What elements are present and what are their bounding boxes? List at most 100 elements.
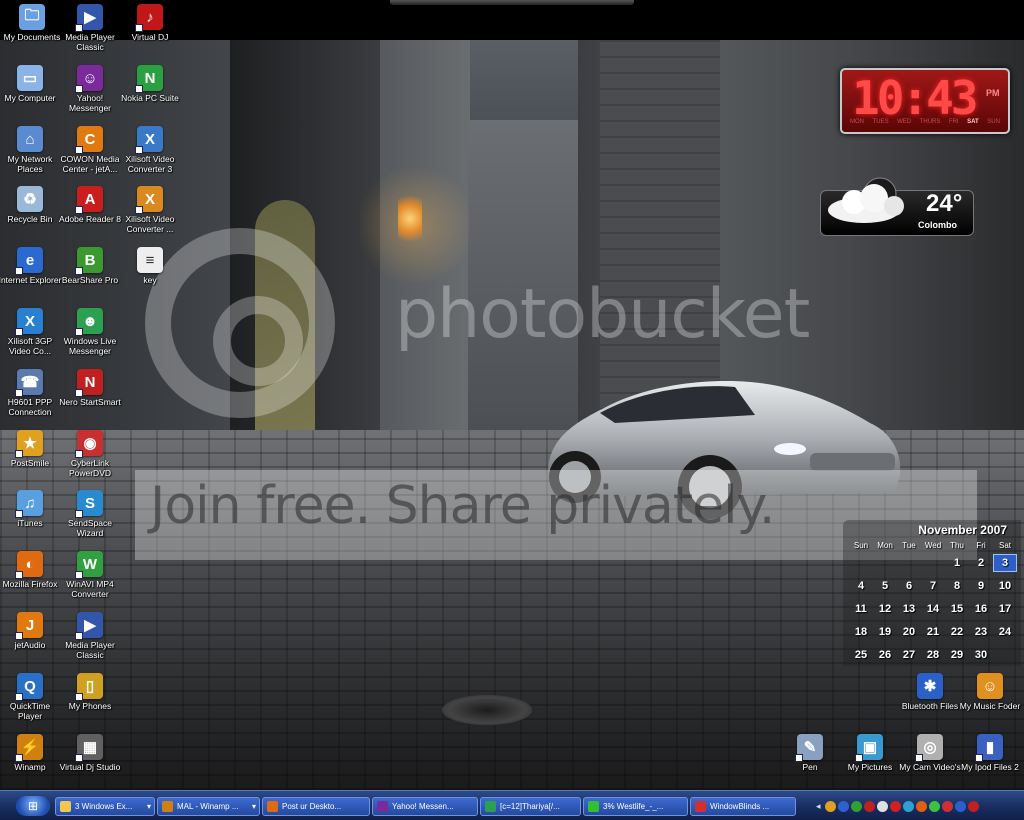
desktop-icon-itunes[interactable]: ♫ iTunes [0,488,62,528]
desktop-icon-my-network-places[interactable]: ⌂ My Network Places [0,124,62,174]
desktop-icon-xilisoft-video-converter[interactable]: X Xilisoft Video Converter ... [118,184,182,234]
calendar-day[interactable]: 8 [945,580,969,592]
desktop-icon-internet-explorer[interactable]: e Internet Explorer [0,245,62,285]
calendar-day[interactable]: 7 [921,580,945,592]
desktop-icon-nero-startsmart[interactable]: N Nero StartSmart [58,367,122,407]
desktop-icon-bluetooth-files[interactable]: ✱ Bluetooth Files [898,671,962,711]
taskbar-button[interactable]: WindowBlinds ... [690,797,796,816]
tray-app-icon[interactable] [928,800,940,812]
desktop-icon-cowon-media-center[interactable]: C COWON Media Center - jetA... [58,124,122,174]
tray-app-icon[interactable] [941,800,953,812]
calendar-day[interactable]: 16 [969,603,993,615]
calendar-day[interactable]: 22 [945,626,969,638]
calendar-day[interactable]: 27 [897,649,921,661]
desktop-icon-pen[interactable]: ✎ Pen [778,732,842,772]
desktop-icon-windows-live-messenger[interactable]: ☻ Windows Live Messenger [58,306,122,356]
desktop-icon-nokia-pc-suite[interactable]: N Nokia PC Suite [118,63,182,103]
calendar-day[interactable]: 30 [969,649,993,661]
desktop-icon-my-music-foder[interactable]: ☺ My Music Foder [958,671,1022,711]
taskbar-button[interactable]: MAL - Winamp ... ▾ [157,797,260,816]
desktop-icon-my-cam-videos[interactable]: ◎ My Cam Video's [898,732,962,772]
calendar-day[interactable]: 24 [993,626,1017,638]
desktop-icon-postsmile[interactable]: ★ PostSmile [0,428,62,468]
desktop-icon-virtual-dj-studio[interactable]: ▦ Virtual Dj Studio [58,732,122,772]
taskbar-button[interactable]: Yahoo! Messen... [372,797,478,816]
desktop-icon-label: jetAudio [14,640,46,650]
tray-app-icon[interactable] [902,800,914,812]
top-toolbar-handle[interactable] [390,0,634,5]
calendar-day[interactable]: 2 [969,557,993,569]
tray-app-icon[interactable] [967,800,979,812]
calendar-day[interactable]: 15 [945,603,969,615]
tray-app-icon[interactable] [824,800,836,812]
desktop-icon-xilisoft-video-converter-3[interactable]: X Xilisoft Video Converter 3 [118,124,182,174]
tray-app-icon[interactable] [850,800,862,812]
desktop-icon-yahoo-messenger[interactable]: ☺ Yahoo! Messenger [58,63,122,113]
taskbar-button[interactable]: 3% Westlife_-_... [583,797,688,816]
calendar-day[interactable]: 14 [921,603,945,615]
watermark-tagline: Join free. Share privately. [150,476,775,536]
desktop-icon-h9601-ppp[interactable]: ☎ H9601 PPP Connection [0,367,62,417]
chevron-left-icon[interactable]: ◂ [816,801,821,812]
calendar-day[interactable]: 13 [897,603,921,615]
calendar-day[interactable]: 26 [873,649,897,661]
tray-app-icon[interactable] [889,800,901,812]
desktop-icon-media-player-classic[interactable]: ▶ Media Player Classic [58,2,122,52]
calendar-day[interactable]: 21 [921,626,945,638]
calendar-day[interactable]: 19 [873,626,897,638]
calendar-day[interactable]: 17 [993,603,1017,615]
calendar-day[interactable]: 6 [897,580,921,592]
desktop-icon-my-pictures[interactable]: ▣ My Pictures [838,732,902,772]
tray-app-icon[interactable] [954,800,966,812]
desktop-icon-xilisoft-3gp[interactable]: X Xilisoft 3GP Video Co... [0,306,62,356]
calendar-day[interactable]: 1 [945,557,969,569]
taskbar-button[interactable]: Post ur Deskto... [262,797,370,816]
tray-app-icon[interactable] [876,800,888,812]
desktop-icon-virtual-dj[interactable]: ♪ Virtual DJ [118,2,182,42]
tray-app-icon[interactable] [863,800,875,812]
calendar-day[interactable]: 29 [945,649,969,661]
clock-widget[interactable]: 10:43 PM MON TUES WED THURS FRI SAT SUN [840,68,1010,134]
desktop-icon-my-ipod-files-2[interactable]: ▮ My Ipod Files 2 [958,732,1022,772]
calendar-day[interactable]: 12 [873,603,897,615]
calendar-day[interactable]: 25 [849,649,873,661]
calendar-day[interactable]: 11 [849,603,873,615]
calendar-day[interactable]: 23 [969,626,993,638]
calendar-day[interactable]: 28 [921,649,945,661]
desktop-icon-cyberlink-powerdvd[interactable]: ◉ CyberLink PowerDVD [58,428,122,478]
calendar-day[interactable]: 10 [993,580,1017,592]
desktop-icon-my-computer[interactable]: ▭ My Computer [0,63,62,103]
calendar-day-today[interactable]: 3 [993,553,1017,572]
desktop-icon-media-player-classic-2[interactable]: ▶ Media Player Classic [58,610,122,660]
desktop-icon-key[interactable]: ≡ key [118,245,182,285]
desktop-icon-my-phones[interactable]: ▯ My Phones [58,671,122,711]
desktop-icon-my-documents[interactable]: 🗀 My Documents [0,2,64,42]
calendar-day[interactable]: 18 [849,626,873,638]
tray-app-icon[interactable] [837,800,849,812]
desktop-icon-label: My Pictures [847,762,893,772]
desktop-icon-winamp[interactable]: ⚡ Winamp [0,732,62,772]
taskbar-button[interactable]: [c=12]Thariya[/... [480,797,581,816]
calendar-day[interactable]: 4 [849,580,873,592]
calendar-widget[interactable]: November 2007 Sun Mon Tue Wed Thu Fri Sat 1 2 3 4 5… [843,520,1021,666]
calendar-day[interactable]: 20 [897,626,921,638]
text-file-icon: ≡ [137,247,163,273]
phone-icon: ▯ [75,673,103,701]
desktop-icon-quicktime-player[interactable]: Q QuickTime Player [0,671,62,721]
calendar-day[interactable]: 9 [969,580,993,592]
tray-app-icon[interactable] [915,800,927,812]
calendar-day[interactable]: 5 [873,580,897,592]
desktop-icon-label: Virtual Dj Studio [59,762,121,772]
start-button[interactable]: ⊞ [16,796,50,816]
weather-city: Colombo [918,220,957,230]
weather-widget[interactable]: 24° Colombo [820,168,974,236]
desktop-icon-jetaudio[interactable]: JjetAudio [0,610,62,650]
desktop-icon-adobe-reader-8[interactable]: A Adobe Reader 8 [58,184,122,224]
desktop-icon-bearshare-pro[interactable]: B BearShare Pro [58,245,122,285]
taskbar-button[interactable]: 3 Windows Ex... ▾ [55,797,155,816]
desktop-icon-winavi-mp4[interactable]: W WinAVI MP4 Converter [58,549,122,599]
desktop-icon-sendspace-wizard[interactable]: S SendSpace Wizard [58,488,122,538]
desktop-icon-mozilla-firefox[interactable]: ◐ Mozilla Firefox [0,549,62,589]
desktop-icon-recycle-bin[interactable]: ♻ Recycle Bin [0,184,62,224]
ipod-icon: ▮ [975,734,1003,762]
